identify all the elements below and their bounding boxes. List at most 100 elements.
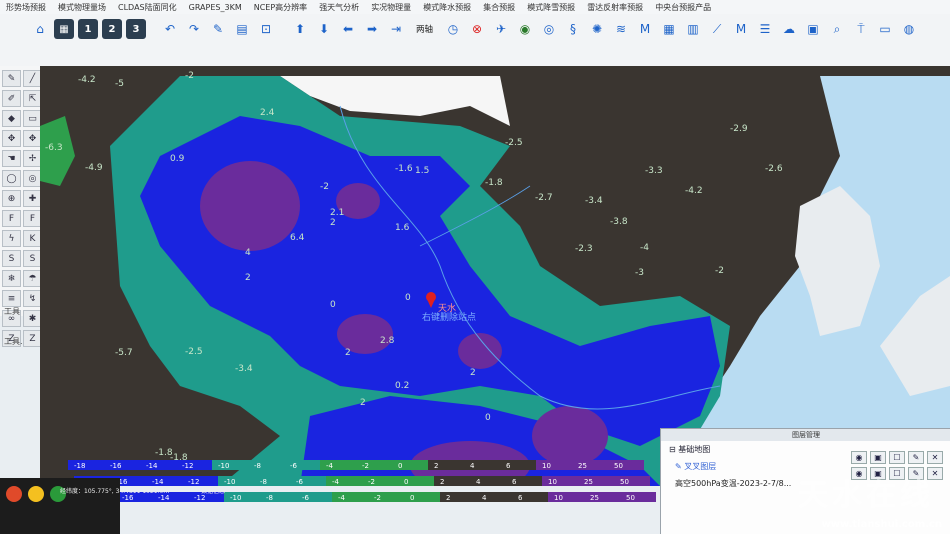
station-marker-text: 右键删除站点 [422,311,476,323]
layers-icon[interactable]: ≋ [611,19,631,39]
view-3-icon[interactable]: 2 [102,19,122,39]
satellite-icon[interactable]: ✺ [587,19,607,39]
snow-tool-icon[interactable]: ❄ [2,270,21,287]
screen: 形势场预报 模式物理量场 CLDAS陆面同化 GRAPES_3KM NCEP高分辨率 强天… [0,0,950,534]
arrow-left-icon[interactable]: ⬅ [338,19,358,39]
station-icon[interactable]: ⍑ [851,19,871,39]
pencil-tool-icon[interactable]: ✎ [2,70,21,87]
undo-icon[interactable]: ↶ [160,19,180,39]
menu-item-4[interactable]: NCEP高分辨率 [248,0,313,13]
contour-label: -3.8 [610,217,628,227]
visibility-eye-icon[interactable]: ◉ [851,451,867,464]
zoom-window-icon[interactable]: ⊡ [256,19,276,39]
view-2-icon[interactable]: 1 [78,19,98,39]
chart-icon[interactable]: ⟋ [707,19,727,39]
airplane-icon[interactable]: ✈ [491,19,511,39]
s-tool-icon[interactable]: S [2,250,21,267]
radar-icon[interactable]: ◎ [539,19,559,39]
layer-properties-icon[interactable]: ✎ [908,451,924,464]
legend-label: 6 [512,478,517,486]
menu-item-8[interactable]: 集合预报 [477,0,521,13]
folder-app-icon[interactable] [28,486,44,502]
legend-label: -10 [224,478,235,486]
menu-item-5[interactable]: 强天气分析 [313,0,365,13]
stop-icon[interactable]: ⊗ [467,19,487,39]
status-time: 数据信息 [201,488,226,495]
list-icon[interactable]: ☰ [755,19,775,39]
contour-label: -2 [715,266,724,276]
menu-item-6[interactable]: 实况物理量 [365,0,417,13]
contour-label: 0.9 [170,154,185,164]
toolbar: ⌂ ▦ 1 2 3 ↶ ↷ ✎ ▤ ⊡ ⬆ ⬇ ⬅ ➡ ⇥ 两轴 ◷ ⊗ ✈ ◉… [0,14,950,67]
contour-label: -4.2 [78,75,96,85]
sounding-icon[interactable]: M [731,19,751,39]
arrow-down-icon[interactable]: ⬇ [314,19,334,39]
contour-label: -5 [115,79,124,89]
projection-label[interactable]: 两轴 [408,23,441,35]
home-icon[interactable]: ⌂ [30,19,50,39]
contour-label: 2.4 [260,108,275,118]
grid-icon[interactable]: ▥ [683,19,703,39]
menu-item-2[interactable]: CLDAS陆面同化 [112,0,183,13]
globe-icon[interactable]: ◉ [515,19,535,39]
layer-close-icon[interactable]: ✕ [927,451,943,464]
layer-item-1-label: 叉叉图层 [684,462,717,471]
fog-tool-icon[interactable]: ≡ [2,290,21,307]
contour-label: 2 [470,368,476,378]
browser-icon[interactable] [6,486,22,502]
sidebar-label-1: 工具 [4,307,20,316]
redo-icon[interactable]: ↷ [184,19,204,39]
arrow-up-icon[interactable]: ⬆ [290,19,310,39]
move-tool-icon[interactable]: ✥ [2,130,21,147]
image-icon[interactable]: ▣ [803,19,823,39]
legend-label: 50 [614,462,623,470]
weather-map[interactable]: 天水 右键删除站点 -4.2 -5 -2 -4.9 -6.3 -5.7 -2.5 -3.4 -1… [40,66,950,486]
view-1-icon[interactable]: ▦ [54,19,74,39]
legend-label: 0 [398,462,402,470]
cloud-icon[interactable]: ☁ [779,19,799,39]
flag-tool-icon[interactable]: F [2,210,21,227]
menu-item-1[interactable]: 模式物理量场 [52,0,112,13]
contour-label: 2.1 [330,208,344,218]
contour-label: -3.3 [645,166,663,176]
folder-icon[interactable]: ▤ [232,19,252,39]
menu-item-7[interactable]: 模式降水预报 [417,0,477,13]
arrow-end-icon[interactable]: ⇥ [386,19,406,39]
table-icon[interactable]: ▦ [659,19,679,39]
menu-item-10[interactable]: 雷达反射率预报 [581,0,649,13]
menu-bar: 形势场预报 模式物理量场 CLDAS陆面同化 GRAPES_3KM NCEP高分辨率 强天… [0,0,950,15]
menu-item-9[interactable]: 模式降雪预报 [521,0,581,13]
menu-item-11[interactable]: 中央台预报产品 [649,0,717,13]
legend-label: -6 [296,478,304,486]
lock-icon[interactable]: ▣ [870,451,886,464]
edit-icon[interactable]: ✎ [208,19,228,39]
layer-edit-icon[interactable]: ☐ [889,451,905,464]
menu-item-3[interactable]: GRAPES_3KM [183,1,248,12]
contour-label: -3.4 [585,196,603,206]
view-4-icon[interactable]: 3 [126,19,146,39]
wind-icon[interactable]: § [563,19,583,39]
tool-palette: ✎ ╱ ✐ ⇱ ◆ ▭ ✥ ✥ ☚ ✢ ◯ ◎ ⊕ ✚ F F ϟ K S S … [0,66,42,347]
arrow-right-icon[interactable]: ➡ [362,19,382,39]
earth-icon[interactable]: ◍ [899,19,919,39]
contour-label: 2.8 [380,336,395,346]
lightning-tool-icon[interactable]: ϟ [2,230,21,247]
legend-label: 10 [542,462,551,470]
contour-label: -2.7 [535,193,553,203]
hand-tool-icon[interactable]: ☚ [2,150,21,167]
contour-label: -3.4 [235,364,253,374]
clock-icon[interactable]: ◷ [443,19,463,39]
monitor-icon[interactable]: ▭ [875,19,895,39]
front-tool-icon[interactable]: ⊕ [2,190,21,207]
brush-tool-icon[interactable]: ✐ [2,90,21,107]
search-icon[interactable]: ⌕ [827,19,847,39]
menu-item-0[interactable]: 形势场预报 [0,0,52,13]
map-canvas[interactable]: 天水 右键删除站点 -4.2 -5-2-4.9-6.3-5.7 -2.5-3.4-1… [40,66,950,486]
layer-item-2-label: 高空500hPa变温-2023-2-7/8... [675,479,792,488]
contour-label: 0 [405,293,411,303]
fill-tool-icon[interactable]: ◆ [2,110,21,127]
contour-label: -3 [635,268,644,278]
legend-label: 6 [506,462,511,470]
circle-tool-icon[interactable]: ◯ [2,170,21,187]
model-icon[interactable]: M [635,19,655,39]
